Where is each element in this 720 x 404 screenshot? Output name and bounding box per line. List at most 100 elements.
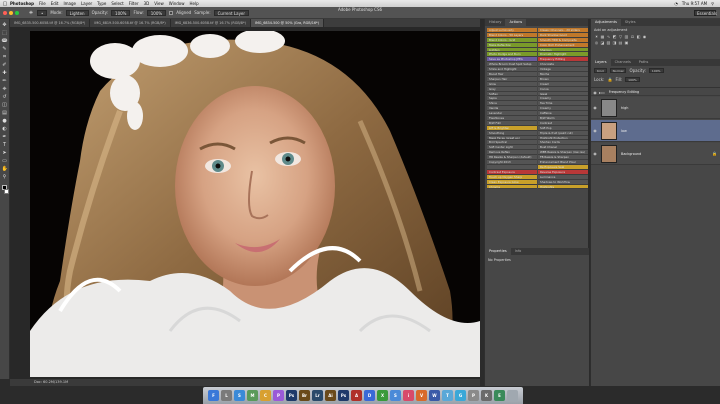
tab-layers[interactable]: Layers bbox=[591, 59, 611, 66]
dock-app-icon[interactable]: P bbox=[468, 390, 479, 401]
tab-properties[interactable]: Properties bbox=[485, 248, 511, 255]
doc-tab-1[interactable]: IMG_6835-500-6058.tif @ 16.7% (RGB/8*) bbox=[10, 19, 91, 27]
color-balance-icon[interactable]: ⚖ bbox=[630, 34, 635, 39]
history-brush-icon[interactable]: ↺ bbox=[2, 94, 8, 100]
fill-input[interactable]: 100% bbox=[625, 77, 640, 82]
zoom-icon[interactable] bbox=[15, 10, 19, 15]
channel-mixer-icon[interactable]: ◎ bbox=[594, 40, 599, 45]
layer-row-background[interactable]: ◉ Background 🔒 bbox=[591, 143, 720, 165]
menu-3d[interactable]: 3D bbox=[144, 1, 150, 6]
vibrance-icon[interactable]: ▽ bbox=[618, 34, 623, 39]
dock-app-icon[interactable]: M bbox=[247, 390, 258, 401]
layer-opacity-input[interactable]: 100% bbox=[648, 68, 664, 73]
workspace-select[interactable]: Essentials bbox=[694, 10, 717, 16]
lock-icon[interactable]: 🔒 bbox=[607, 77, 612, 82]
hue-saturation-icon[interactable]: ▥ bbox=[624, 34, 629, 39]
search-icon[interactable]: ⚲ bbox=[711, 1, 714, 6]
posterize-icon[interactable]: ▧ bbox=[606, 40, 611, 45]
dock-app-icon[interactable]: Ai bbox=[325, 390, 336, 401]
dock-app-icon[interactable]: S bbox=[234, 390, 245, 401]
eyedropper-icon[interactable]: ✐ bbox=[2, 62, 8, 68]
menu-layer[interactable]: Layer bbox=[81, 1, 92, 6]
eye-icon[interactable]: ◉ bbox=[591, 105, 599, 110]
dock-app-icon[interactable]: Ps bbox=[338, 390, 349, 401]
tab-paths[interactable]: Paths bbox=[635, 59, 653, 66]
dock-app-icon[interactable]: V bbox=[416, 390, 427, 401]
dock-app-icon[interactable]: A bbox=[351, 390, 362, 401]
eye-icon[interactable]: ◉ bbox=[591, 90, 599, 95]
dock-app-icon[interactable]: D bbox=[364, 390, 375, 401]
dock-app-icon[interactable]: S bbox=[390, 390, 401, 401]
layer-row-high[interactable]: ◉ high bbox=[591, 97, 720, 119]
threshold-icon[interactable]: ◨ bbox=[612, 40, 617, 45]
menu-view[interactable]: View bbox=[154, 1, 164, 6]
opacity-input[interactable]: 100% bbox=[111, 9, 131, 16]
curves-icon[interactable]: ∿ bbox=[606, 34, 611, 39]
menu-filter[interactable]: Filter bbox=[129, 1, 139, 6]
tab-info[interactable]: Info bbox=[511, 248, 526, 255]
marquee-tool-icon[interactable]: ⬚ bbox=[2, 30, 8, 36]
gradient-map-icon[interactable]: ▤ bbox=[618, 40, 623, 45]
photo-filter-icon[interactable]: ◉ bbox=[642, 34, 647, 39]
exposure-icon[interactable]: ◩ bbox=[612, 34, 617, 39]
layer-filter-select[interactable]: Kind bbox=[594, 68, 607, 73]
menu-help[interactable]: Help bbox=[190, 1, 199, 6]
apple-icon[interactable]:  bbox=[0, 1, 10, 7]
blur-tool-icon[interactable]: ● bbox=[2, 118, 8, 124]
black-white-icon[interactable]: ◧ bbox=[636, 34, 641, 39]
menu-edit[interactable]: Edit bbox=[51, 1, 59, 6]
doc-tab-2[interactable]: IMG_6819-500-6058.tif @ 16.7% (RGB/8*) bbox=[90, 19, 171, 27]
doc-tab-3[interactable]: IMG_6836-500-6058.tif @ 16.7% (RGB/8*) bbox=[171, 19, 251, 27]
pen-tool-icon[interactable]: ✒ bbox=[2, 134, 8, 140]
tab-actions[interactable]: Actions bbox=[505, 19, 527, 26]
tab-channels[interactable]: Channels bbox=[611, 59, 635, 66]
mode-select[interactable]: Lighten bbox=[65, 9, 89, 16]
dock-app-icon[interactable]: K bbox=[481, 390, 492, 401]
brush-tool-icon[interactable]: ✏ bbox=[2, 78, 8, 84]
flow-input[interactable]: 100% bbox=[146, 9, 167, 16]
aligned-checkbox[interactable] bbox=[169, 10, 174, 15]
layer-row-low[interactable]: ◉ low bbox=[591, 120, 720, 142]
gradient-icon[interactable]: ▤ bbox=[2, 110, 8, 116]
blend-mode-select[interactable]: Normal bbox=[609, 68, 627, 73]
healing-brush-icon[interactable]: ✚ bbox=[2, 70, 8, 76]
eraser-icon[interactable]: ◫ bbox=[2, 102, 8, 108]
quick-select-icon[interactable]: ✎ bbox=[2, 46, 8, 52]
dock-app-icon[interactable]: Br bbox=[299, 390, 310, 401]
dock-app-icon[interactable]: Ps bbox=[286, 390, 297, 401]
action-button[interactable]: Chroma bbox=[487, 184, 537, 190]
tab-history[interactable]: History bbox=[485, 19, 505, 26]
menu-type[interactable]: Type bbox=[97, 1, 106, 6]
dock-app-icon[interactable]: C bbox=[260, 390, 271, 401]
sample-select[interactable]: Current Layer bbox=[213, 9, 250, 16]
path-select-icon[interactable]: ➤ bbox=[2, 150, 8, 156]
action-button[interactable]: Highlights bbox=[538, 184, 588, 190]
invert-icon[interactable]: ◪ bbox=[600, 40, 605, 45]
minimize-icon[interactable] bbox=[9, 10, 13, 15]
move-tool-icon[interactable]: ✥ bbox=[2, 22, 8, 28]
dock-app-icon[interactable]: E bbox=[494, 390, 505, 401]
dock-app-icon[interactable]: X bbox=[377, 390, 388, 401]
dock-app-icon[interactable]: G bbox=[455, 390, 466, 401]
doc-tab-4[interactable]: IMG_6834-500 @ 50% (Gra, RGB/16*) bbox=[250, 19, 325, 27]
dock-app-icon[interactable]: P bbox=[273, 390, 284, 401]
clock[interactable]: Thu 9:57 AM bbox=[682, 1, 707, 6]
dodge-tool-icon[interactable]: ◐ bbox=[2, 126, 8, 132]
menu-file[interactable]: File bbox=[39, 1, 46, 6]
type-tool-icon[interactable]: T bbox=[2, 142, 8, 148]
brush-size-picker[interactable]: • bbox=[37, 9, 48, 16]
clone-stamp-tool-icon[interactable]: ⎈ bbox=[2, 86, 8, 92]
dock-app-icon[interactable]: i bbox=[403, 390, 414, 401]
hand-tool-icon[interactable]: ✋ bbox=[2, 166, 8, 172]
brightness-icon[interactable]: ☀ bbox=[594, 34, 599, 39]
eye-icon[interactable]: ◉ bbox=[591, 151, 599, 156]
lasso-tool-icon[interactable]: ↈ bbox=[2, 38, 8, 44]
layer-group-row[interactable]: ◉ ▸▭ Frequency Editing bbox=[591, 89, 720, 96]
dock-app-icon[interactable]: L bbox=[221, 390, 232, 401]
tab-adjustments[interactable]: Adjustments bbox=[591, 19, 621, 26]
zoom-tool-icon[interactable]: ⚲ bbox=[2, 174, 8, 180]
dock-app-icon[interactable] bbox=[507, 390, 518, 401]
dock-app-icon[interactable]: W bbox=[429, 390, 440, 401]
wifi-icon[interactable]: ◔ bbox=[674, 1, 678, 6]
menu-select[interactable]: Select bbox=[111, 1, 123, 6]
